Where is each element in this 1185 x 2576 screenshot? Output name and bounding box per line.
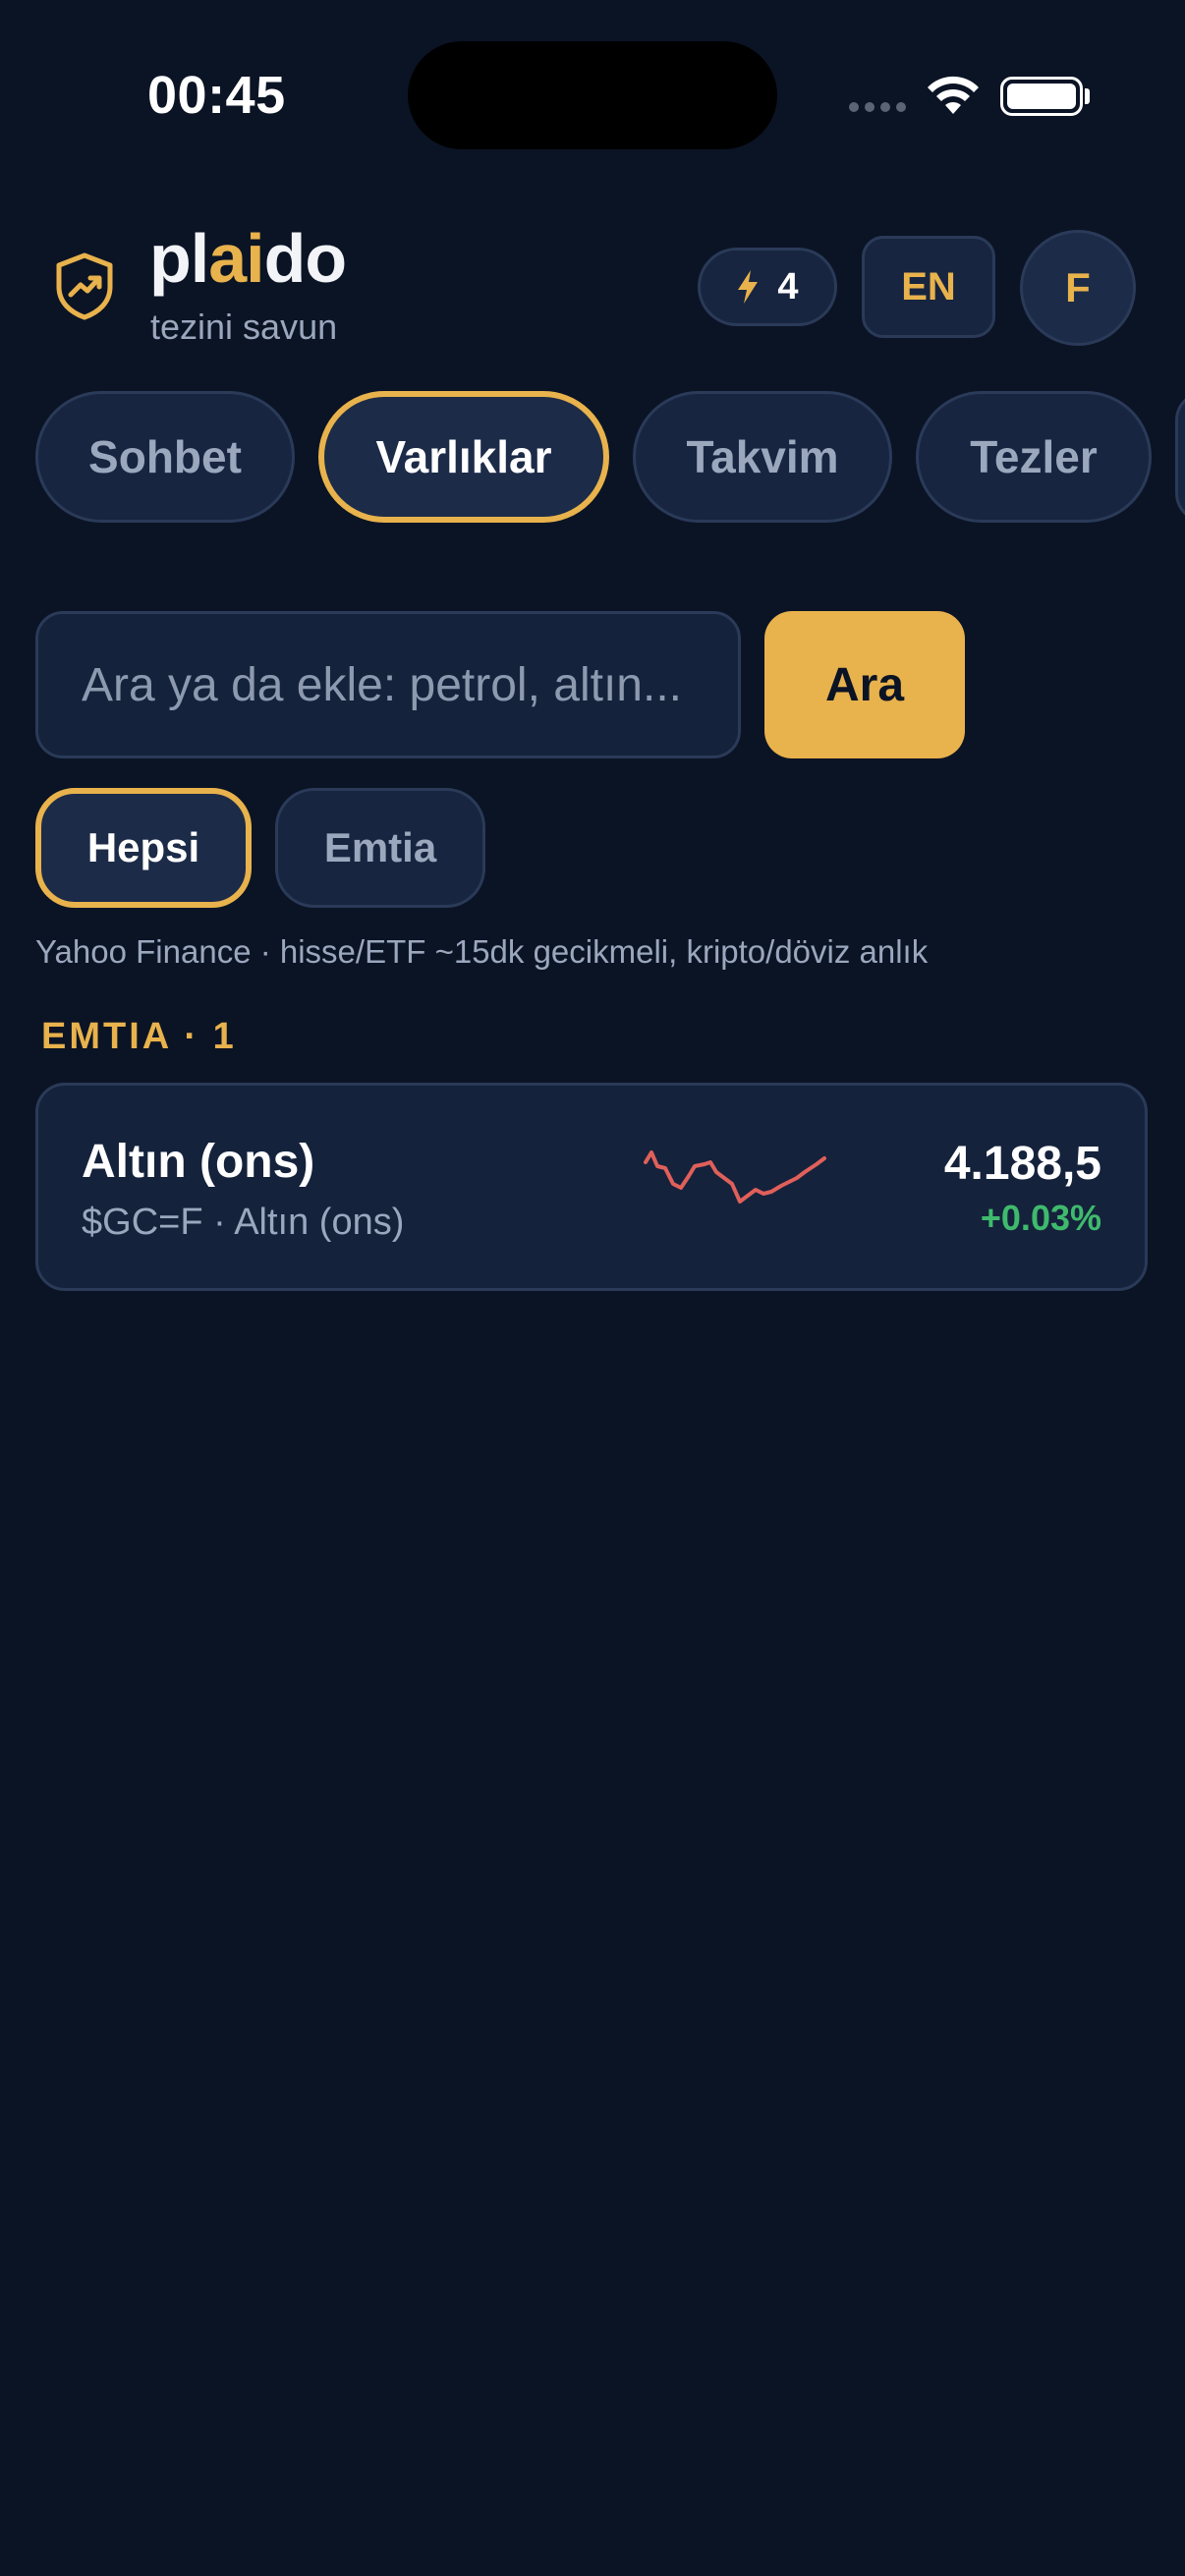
tab-varliklar[interactable]: Varlıklar [318,391,609,523]
status-time: 00:45 [147,66,286,125]
language-toggle-button[interactable]: EN [862,236,995,338]
tab-sohbet[interactable]: Sohbet [35,391,295,523]
search-field-container [35,611,741,758]
battery-nub [1085,88,1090,104]
section-title-emtia: EMTIA · 1 [41,1016,237,1057]
battery-icon [1000,77,1083,116]
avatar-button[interactable]: F [1020,230,1136,346]
brand-part-ai: ai [208,220,264,297]
tab-tezler[interactable]: Tezler [916,391,1152,523]
cellular-signal-icon [849,102,906,112]
brand-tagline: tezini savun [150,307,338,347]
credits-count: 4 [777,265,799,308]
brand-part-pl: pl [149,220,209,297]
lightning-bolt-icon [738,270,759,304]
filter-chip-hepsi[interactable]: Hepsi [35,788,252,908]
search-button[interactable]: Ara [764,611,965,758]
asset-ticker: $GC=F · Altın (ons) [82,1202,405,1243]
tab-next-partial[interactable] [1175,391,1185,523]
asset-name: Altın (ons) [82,1136,315,1188]
brand-logo: plaido [149,224,347,293]
price-sparkline [644,1150,826,1204]
filter-chip-emtia[interactable]: Emtia [275,788,485,908]
asset-change: +0.03% [980,1198,1101,1238]
app-screen: 00:45 plaido tezini savun 4 EN F Sohbet … [0,0,1185,2576]
brand-part-do: do [263,220,348,297]
asset-price: 4.188,5 [943,1138,1101,1190]
asset-card[interactable]: Altın (ons) $GC=F · Altın (ons) 4.188,5 … [35,1083,1148,1291]
tab-takvim[interactable]: Takvim [633,391,892,523]
wifi-icon [928,76,979,114]
data-source-note: Yahoo Finance · hisse/ETF ~15dk gecikmel… [35,933,929,970]
dynamic-island [408,41,777,149]
shield-trend-icon [56,252,113,320]
credits-button[interactable]: 4 [698,248,837,326]
search-input[interactable] [82,657,710,712]
